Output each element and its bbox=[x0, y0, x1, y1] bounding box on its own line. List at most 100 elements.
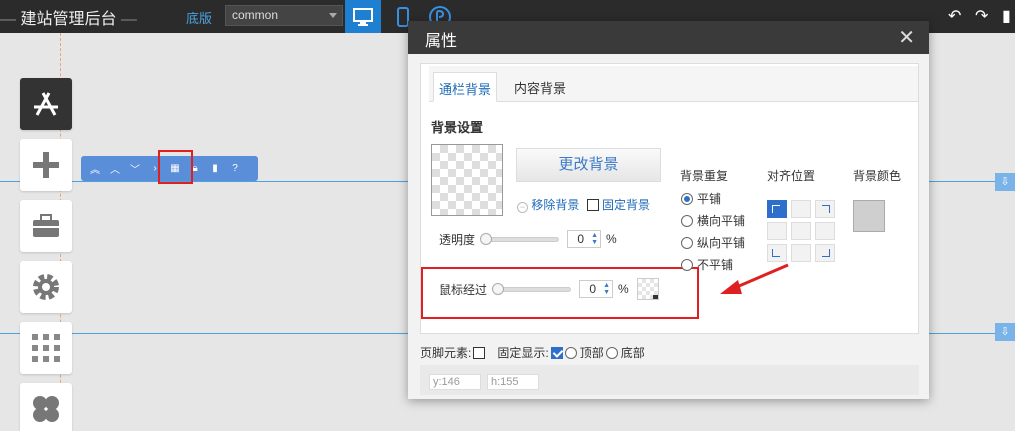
fixed-background-checkbox[interactable] bbox=[586, 199, 599, 211]
align-middle-left[interactable] bbox=[767, 222, 787, 240]
minus-icon: − bbox=[517, 202, 528, 213]
tab-content-background[interactable]: 内容背景 bbox=[509, 72, 571, 102]
help-icon[interactable]: ? bbox=[229, 163, 241, 174]
download-icon[interactable]: ⇩ bbox=[995, 173, 1015, 191]
dialog-body: 通栏背景 内容背景 背景设置 更改背景 − 移除背景 固定背景 透明度 0 ▲ ▼… bbox=[420, 63, 919, 334]
version-label: 底版 bbox=[186, 11, 213, 26]
clover-icon bbox=[33, 396, 59, 422]
properties-dialog: 属性 ✕ 通栏背景 内容背景 背景设置 更改背景 − 移除背景 固定背景 透明度… bbox=[408, 21, 929, 399]
move-up-icon[interactable]: ︿ bbox=[109, 161, 121, 176]
hover-slider[interactable] bbox=[492, 282, 572, 295]
fixed-background-label: 固定背景 bbox=[602, 198, 651, 212]
redo-icon[interactable]: ↷ bbox=[975, 6, 988, 26]
dialog-header: 属性 ✕ bbox=[408, 21, 929, 54]
align-middle-right[interactable] bbox=[815, 222, 835, 240]
radio[interactable] bbox=[681, 237, 693, 249]
undo-icon[interactable]: ↶ bbox=[948, 6, 961, 26]
tab-banner-background[interactable]: 通栏背景 bbox=[433, 72, 498, 102]
app-store-icon bbox=[34, 92, 58, 116]
opacity-slider[interactable] bbox=[480, 232, 560, 245]
align-title: 对齐位置 bbox=[767, 169, 816, 183]
spinner-arrows-icon[interactable]: ▲ ▼ bbox=[591, 232, 598, 246]
hover-image-preview[interactable] bbox=[636, 278, 659, 300]
background-preview bbox=[431, 144, 503, 216]
settings-tool-button[interactable] bbox=[20, 261, 72, 313]
version-select[interactable]: common bbox=[225, 5, 343, 26]
footer-options: 页脚元素: 固定显示: 顶部 底部 bbox=[420, 344, 645, 361]
hover-input[interactable]: 0 ▲ ▼ bbox=[579, 280, 614, 298]
fixed-show-checkbox[interactable] bbox=[550, 346, 563, 359]
highlight-box-toolbar bbox=[158, 150, 193, 184]
change-background-button[interactable]: 更改背景 bbox=[516, 148, 661, 182]
title-dash-left: — bbox=[0, 11, 16, 28]
background-options: − 移除背景 固定背景 bbox=[517, 196, 650, 213]
height-field[interactable]: h:155 bbox=[487, 374, 539, 390]
bottom-radio[interactable] bbox=[605, 346, 618, 359]
desktop-view-button[interactable] bbox=[345, 0, 381, 33]
spinner-arrows-icon[interactable]: ▲ ▼ bbox=[603, 282, 610, 296]
section-title: 背景设置 bbox=[431, 120, 484, 135]
align-bottom-center[interactable] bbox=[791, 244, 811, 262]
y-coordinate-field[interactable]: y:146 bbox=[429, 374, 481, 390]
repeat-option-horizontal[interactable]: 横向平铺 bbox=[681, 212, 745, 229]
trash-top-icon[interactable]: ▮ bbox=[1002, 6, 1011, 26]
app-title-text: 建站管理后台 bbox=[20, 11, 117, 28]
remove-background-link[interactable]: 移除背景 bbox=[531, 198, 579, 212]
repeat-option-label: 平铺 bbox=[697, 192, 722, 206]
tab-bar: 通栏背景 内容背景 bbox=[429, 66, 918, 102]
grid-tool-button[interactable] bbox=[20, 322, 72, 374]
radio-checked[interactable] bbox=[681, 193, 693, 205]
plus-icon bbox=[33, 152, 59, 178]
align-center[interactable] bbox=[791, 222, 811, 240]
slider-knob[interactable] bbox=[480, 232, 493, 245]
app-store-tool-button[interactable] bbox=[20, 78, 72, 130]
desktop-icon bbox=[353, 7, 373, 26]
version-select-value: common bbox=[232, 8, 279, 22]
align-bottom-left[interactable] bbox=[767, 244, 787, 262]
top-radio[interactable] bbox=[564, 346, 577, 359]
app-title: — 建站管理后台 — bbox=[0, 5, 137, 29]
grid-icon bbox=[32, 334, 60, 362]
opacity-value: 0 bbox=[577, 232, 585, 246]
coordinate-bar: y:146 h:155 bbox=[420, 365, 919, 395]
repeat-option-vertical[interactable]: 纵向平铺 bbox=[681, 234, 745, 251]
download-icon[interactable]: ⇩ bbox=[995, 323, 1015, 341]
dialog-title: 属性 bbox=[425, 33, 458, 50]
align-bottom-right[interactable] bbox=[815, 244, 835, 262]
footer-element-label: 页脚元素: bbox=[420, 346, 472, 360]
footer-element-checkbox[interactable] bbox=[473, 346, 486, 359]
hover-unit: % bbox=[618, 282, 629, 296]
move-down-icon[interactable]: ﹀ bbox=[129, 161, 141, 176]
close-icon[interactable]: ✕ bbox=[898, 25, 915, 50]
repeat-title: 背景重复 bbox=[680, 169, 729, 183]
hover-row: 鼠标经过 0 ▲ ▼ % bbox=[439, 278, 659, 300]
align-position-grid bbox=[767, 200, 837, 264]
hover-value: 0 bbox=[589, 282, 597, 296]
repeat-option-label: 横向平铺 bbox=[697, 214, 746, 228]
opacity-row: 透明度 0 ▲ ▼ % bbox=[439, 230, 617, 248]
radio[interactable] bbox=[681, 215, 693, 227]
bottom-label: 底部 bbox=[620, 346, 645, 360]
gear-icon bbox=[33, 274, 59, 300]
color-title: 背景颜色 bbox=[853, 169, 902, 183]
chevron-down-icon bbox=[329, 13, 337, 18]
opacity-input[interactable]: 0 ▲ ▼ bbox=[567, 230, 602, 248]
slider-knob[interactable] bbox=[492, 282, 505, 295]
background-color-swatch[interactable] bbox=[853, 200, 885, 232]
align-top-left[interactable] bbox=[767, 200, 787, 218]
opacity-label: 透明度 bbox=[439, 232, 476, 247]
hover-label: 鼠标经过 bbox=[439, 282, 488, 297]
add-tool-button[interactable] bbox=[20, 139, 72, 191]
repeat-option-tile[interactable]: 平铺 bbox=[681, 190, 721, 207]
title-dash-right: — bbox=[120, 11, 137, 28]
fixed-show-label: 固定显示: bbox=[497, 346, 549, 360]
trash-icon[interactable]: ▮ bbox=[209, 163, 221, 174]
align-top-right[interactable] bbox=[815, 200, 835, 218]
toolbox-icon bbox=[33, 214, 59, 237]
opacity-unit: % bbox=[606, 232, 617, 246]
align-top-center[interactable] bbox=[791, 200, 811, 218]
collapse-icon[interactable]: ︽ bbox=[89, 161, 101, 176]
toolbox-tool-button[interactable] bbox=[20, 200, 72, 252]
clover-tool-button[interactable] bbox=[20, 383, 72, 431]
radio[interactable] bbox=[681, 259, 693, 271]
